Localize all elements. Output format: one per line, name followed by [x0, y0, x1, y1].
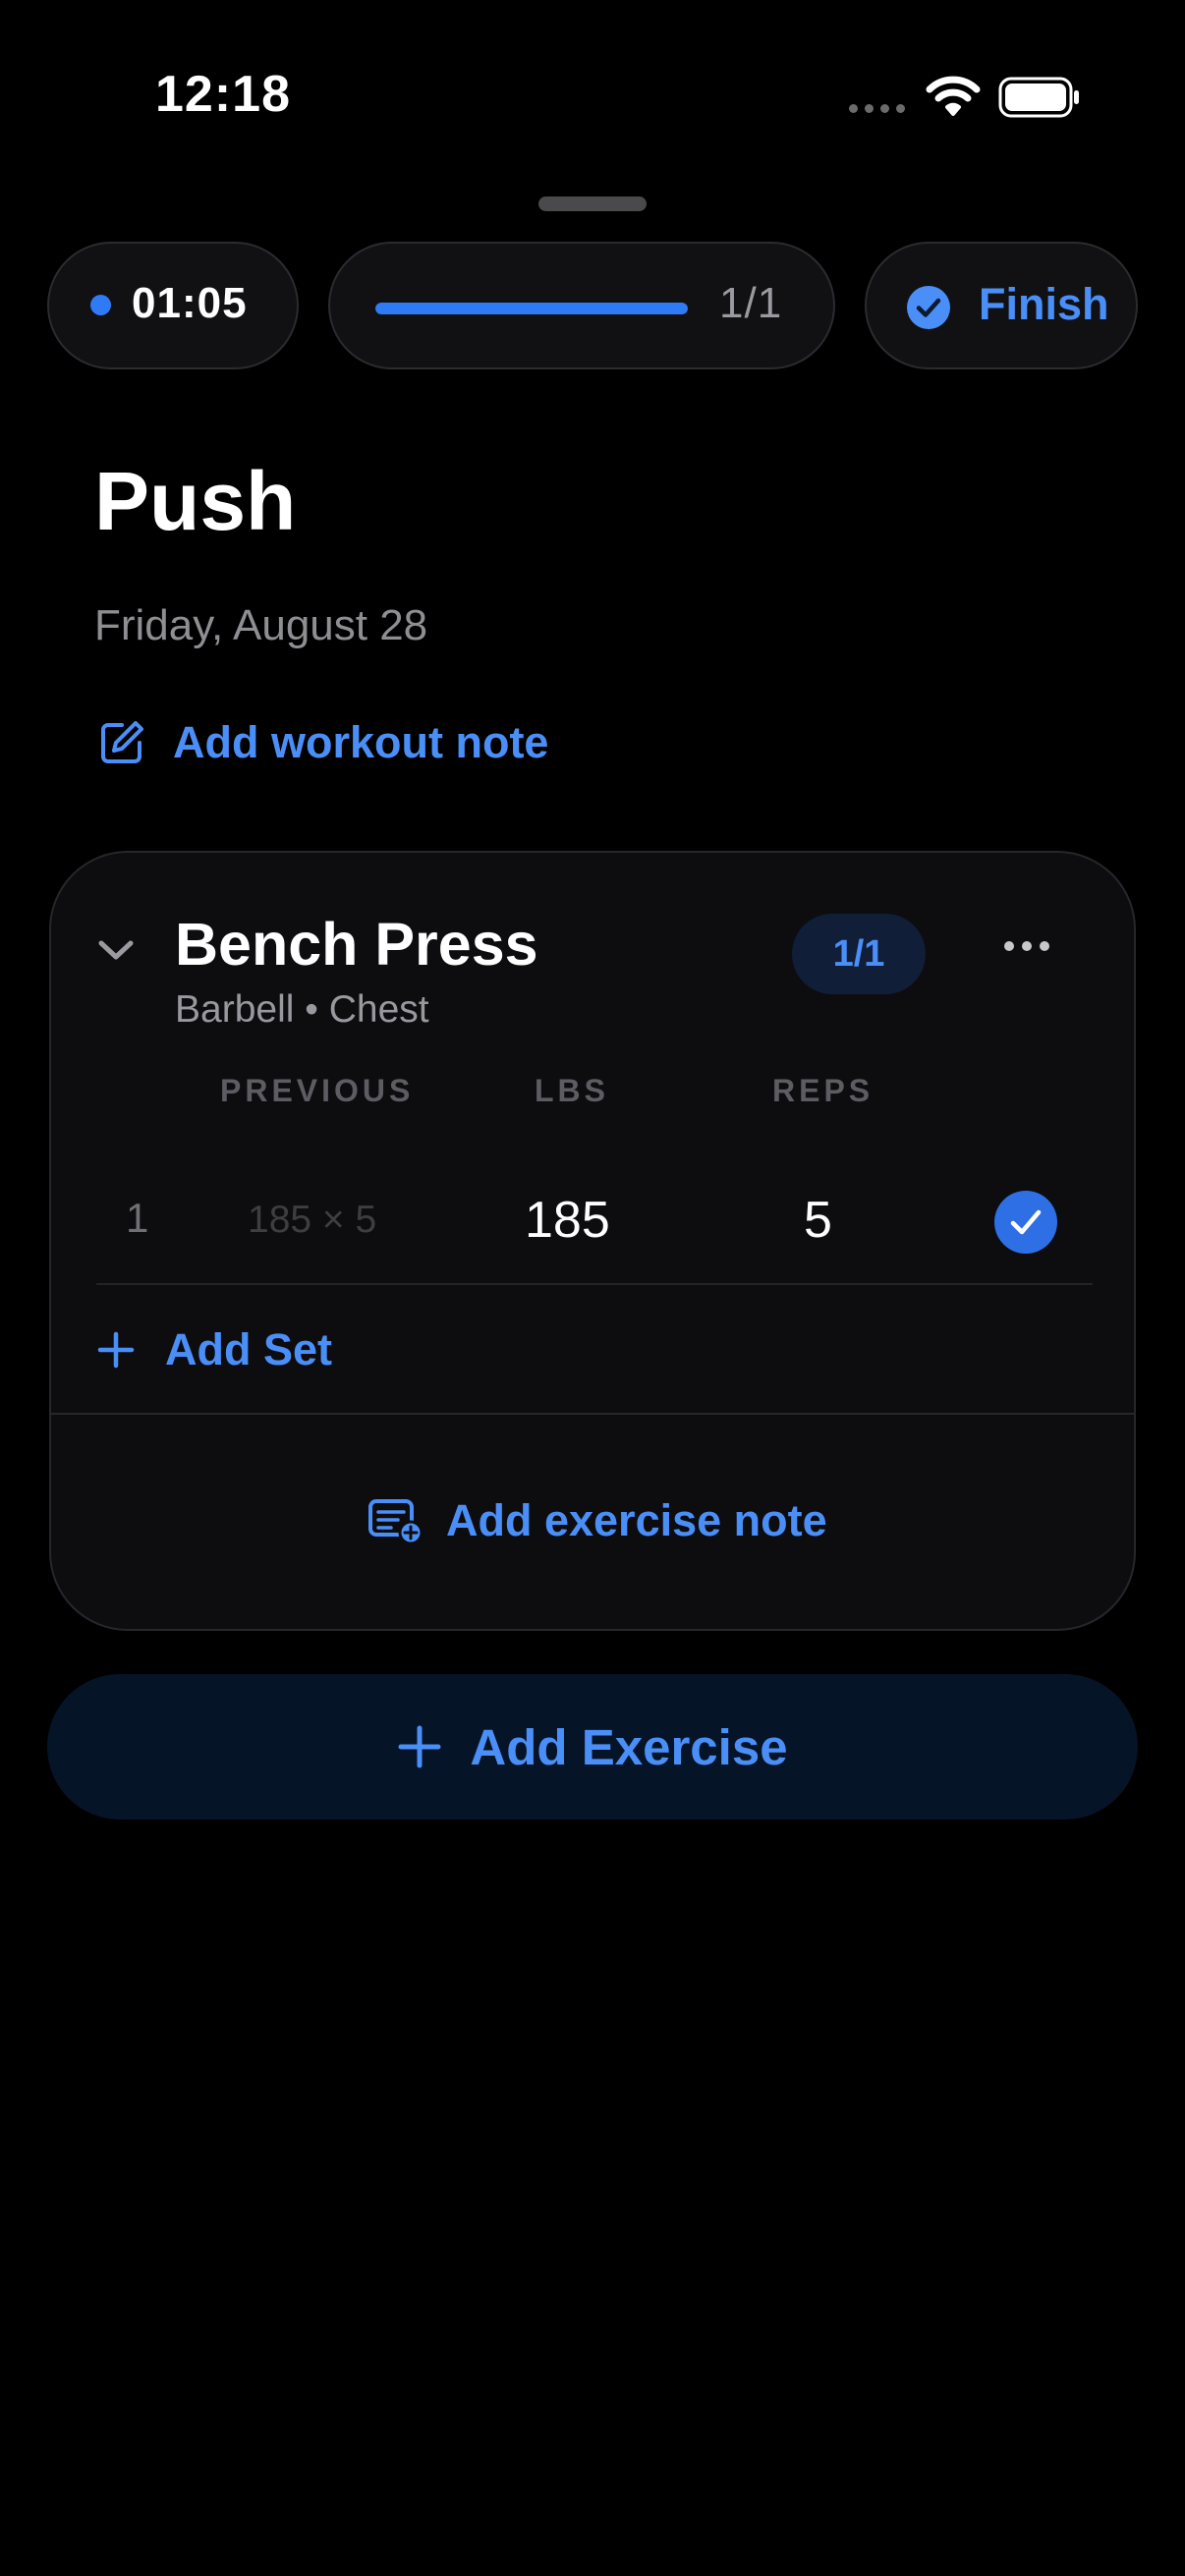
add-exercise-label: Add Exercise [470, 1718, 788, 1775]
column-header-reps: REPS [772, 1073, 875, 1108]
plus-icon [398, 1725, 441, 1768]
note-add-icon [368, 1499, 423, 1544]
add-set-button[interactable]: Add Set [96, 1324, 332, 1375]
exercise-set-count-badge: 1/1 [792, 914, 926, 994]
add-exercise-button[interactable]: Add Exercise [47, 1674, 1138, 1820]
exercise-name[interactable]: Bench Press [175, 910, 538, 979]
recording-dot-icon [90, 295, 111, 315]
finish-label: Finish [979, 279, 1109, 329]
status-indicators [849, 75, 1085, 118]
finish-button[interactable]: Finish [865, 242, 1138, 369]
exercise-subtitle: Barbell • Chest [175, 988, 429, 1031]
chevron-down-icon[interactable] [96, 937, 136, 963]
status-time: 12:18 [155, 66, 291, 123]
workout-title: Push [94, 455, 297, 547]
plus-icon [97, 1331, 135, 1369]
battery-icon [998, 77, 1079, 118]
wifi-icon [926, 76, 981, 116]
set-number: 1 [126, 1195, 149, 1241]
set-row-divider [96, 1283, 1093, 1285]
cellular-signal-icon [849, 104, 905, 113]
column-header-lbs: LBS [535, 1073, 609, 1108]
timer-value: 01:05 [132, 279, 248, 327]
workout-timer[interactable]: 01:05 [47, 242, 299, 369]
progress-count: 1/1 [719, 279, 783, 327]
add-workout-note-button[interactable]: Add workout note [98, 717, 548, 768]
sheet-grabber[interactable] [538, 196, 647, 211]
set-reps-input[interactable]: 5 [804, 1191, 832, 1250]
checkmark-circle-icon [907, 286, 950, 329]
progress-track [375, 303, 688, 314]
card-divider [51, 1413, 1134, 1415]
set-weight-input[interactable]: 185 [525, 1191, 610, 1250]
workout-progress[interactable]: 1/1 [328, 242, 835, 369]
add-exercise-note-label: Add exercise note [446, 1495, 827, 1545]
edit-note-icon [101, 721, 143, 763]
more-icon[interactable] [1004, 941, 1049, 951]
add-set-label: Add Set [165, 1324, 333, 1374]
exercise-card: Bench Press Barbell • Chest 1/1 PREVIOUS… [49, 851, 1136, 1631]
progress-fill [375, 303, 688, 314]
set-complete-toggle[interactable] [994, 1191, 1057, 1254]
add-exercise-note-button[interactable]: Add exercise note [367, 1495, 827, 1546]
set-previous[interactable]: 185 × 5 [248, 1199, 376, 1242]
add-workout-note-label: Add workout note [173, 717, 549, 767]
column-header-previous: PREVIOUS [220, 1073, 415, 1108]
checkmark-icon [1010, 1209, 1042, 1235]
workout-date: Friday, August 28 [94, 601, 428, 649]
